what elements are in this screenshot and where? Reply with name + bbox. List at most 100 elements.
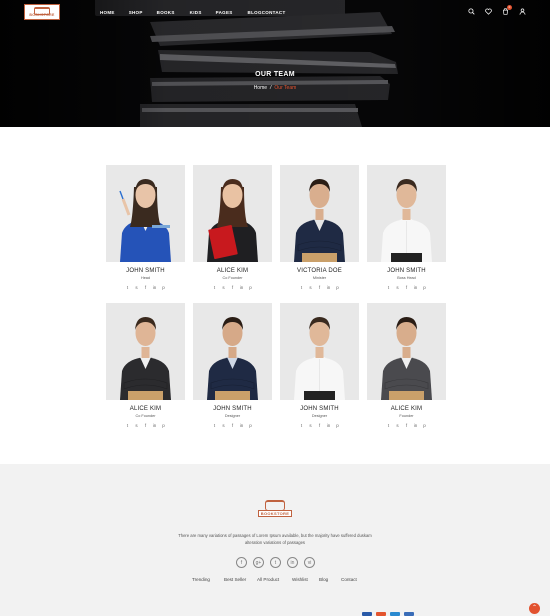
team-member-socials: t s f in p	[280, 423, 359, 428]
skype-icon[interactable]: s	[134, 423, 139, 428]
skype-icon[interactable]: s	[308, 285, 313, 290]
search-icon[interactable]	[468, 8, 475, 15]
pinterest-icon[interactable]: p	[248, 285, 253, 290]
twitter-icon[interactable]: t	[299, 285, 304, 290]
team-member-photo	[280, 303, 359, 400]
pinterest-icon[interactable]: p	[422, 285, 427, 290]
facebook-icon[interactable]: f	[230, 285, 235, 290]
pinterest-icon[interactable]: p	[335, 423, 340, 428]
pinterest-icon[interactable]: p	[422, 423, 427, 428]
skype-icon[interactable]: s	[308, 423, 313, 428]
facebook-icon[interactable]: f	[404, 423, 409, 428]
footer-logo[interactable]: BOOKSTORE	[256, 500, 294, 522]
footer: BOOKSTORE There are many variations of p…	[0, 464, 550, 616]
twitter-icon[interactable]: t	[212, 423, 217, 428]
linkedin-icon[interactable]: in	[413, 285, 418, 290]
twitter-icon[interactable]: t	[270, 557, 281, 568]
footer-link-best-seller[interactable]: Best Seller	[224, 577, 246, 582]
team-member-role: Founder	[399, 414, 414, 418]
facebook-icon[interactable]: f	[143, 285, 148, 290]
footer-link-contact[interactable]: Contact	[341, 577, 357, 582]
twitter-icon[interactable]: t	[386, 423, 391, 428]
team-member-card: JOHN SMITH Head t s f in p	[106, 165, 185, 290]
team-member-name: JOHN SMITH	[387, 268, 426, 274]
breadcrumb: Home / Our Team	[0, 85, 550, 91]
team-member-photo	[193, 165, 272, 262]
skype-icon[interactable]: s	[221, 285, 226, 290]
pinterest-icon[interactable]: p	[248, 423, 253, 428]
team-member-role: Designer	[224, 414, 241, 418]
hero-overlay	[0, 0, 550, 127]
breadcrumb-home[interactable]: Home	[254, 85, 267, 91]
twitter-icon[interactable]: t	[386, 285, 391, 290]
logo[interactable]: BOOKSTORE	[24, 4, 60, 20]
nav-blog[interactable]: BLOG	[248, 10, 262, 15]
vimeo-icon[interactable]: vi	[304, 557, 315, 568]
scroll-to-top-button[interactable]: ⌃	[529, 603, 540, 614]
footer-description: There are many variations of passages of…	[178, 533, 372, 545]
facebook-icon[interactable]: f	[404, 285, 409, 290]
twitter-icon[interactable]: t	[212, 285, 217, 290]
footer-link-all-product[interactable]: All Product	[257, 577, 279, 582]
twitter-icon[interactable]: t	[299, 423, 304, 428]
nav-kids[interactable]: KIDS	[190, 10, 202, 15]
linkedin-icon[interactable]: in	[326, 423, 331, 428]
user-icon[interactable]	[519, 8, 526, 15]
team-member-card: JOHN SMITH Designer t s f in p	[193, 303, 272, 428]
nav-contact[interactable]: CONTACT	[262, 10, 286, 15]
skype-icon[interactable]: s	[221, 423, 226, 428]
facebook-icon[interactable]: f	[143, 423, 148, 428]
facebook-icon[interactable]: f	[236, 557, 247, 568]
google-plus-icon[interactable]: g+	[253, 557, 264, 568]
team-member-name: JOHN SMITH	[213, 406, 252, 412]
mastercard-icon	[376, 612, 386, 616]
linkedin-icon[interactable]: in	[239, 285, 244, 290]
linkedin-icon[interactable]: in	[152, 423, 157, 428]
team-member-photo	[106, 303, 185, 400]
pinterest-icon[interactable]: p	[161, 423, 166, 428]
facebook-icon[interactable]: f	[317, 423, 322, 428]
paypal-icon	[390, 612, 400, 616]
hero-banner: BOOKSTORE HOME SHOP BOOKS KIDS PAGES BLO…	[0, 0, 550, 127]
skype-icon[interactable]: s	[395, 423, 400, 428]
linkedin-icon[interactable]: in	[413, 423, 418, 428]
breadcrumb-current: Our Team	[274, 85, 297, 91]
heart-icon[interactable]	[485, 8, 492, 15]
linkedin-icon[interactable]: in	[326, 285, 331, 290]
twitter-icon[interactable]: t	[125, 285, 130, 290]
nav-books[interactable]: BOOKS	[157, 10, 175, 15]
team-member-socials: t s f in p	[106, 423, 185, 428]
team-member-socials: t s f in p	[193, 285, 272, 290]
pinterest-icon[interactable]: p	[335, 285, 340, 290]
facebook-icon[interactable]: f	[230, 423, 235, 428]
pinterest-icon[interactable]: p	[161, 285, 166, 290]
team-member-socials: t s f in p	[367, 423, 446, 428]
footer-logo-text: BOOKSTORE	[257, 510, 293, 517]
book-logo-icon	[34, 7, 50, 15]
skype-icon[interactable]: s	[134, 285, 139, 290]
team-member-name: JOHN SMITH	[300, 406, 339, 412]
main-nav: HOME SHOP BOOKS KIDS PAGES BLOG CONTACT	[100, 10, 286, 15]
nav-pages[interactable]: PAGES	[216, 10, 233, 15]
team-member-card: ALICE KIM Co Founder t s f in p	[106, 303, 185, 428]
team-member-socials: t s f in p	[280, 285, 359, 290]
cart-icon[interactable]: 0	[502, 5, 512, 15]
nav-shop[interactable]: SHOP	[129, 10, 143, 15]
skype-icon[interactable]: s	[395, 285, 400, 290]
footer-link-blog[interactable]: Blog	[319, 577, 328, 582]
linkedin-icon[interactable]: in	[239, 423, 244, 428]
footer-link-trending[interactable]: Trending	[192, 577, 210, 582]
facebook-icon[interactable]: f	[317, 285, 322, 290]
visa-icon	[362, 612, 372, 616]
team-member-socials: t s f in p	[193, 423, 272, 428]
team-member-role: Minister	[312, 276, 327, 280]
linkedin-icon[interactable]: in	[287, 557, 298, 568]
twitter-icon[interactable]: t	[125, 423, 130, 428]
team-member-photo	[280, 165, 359, 262]
team-member-card: JOHN SMITH Designer t s f in p	[280, 303, 359, 428]
team-member-name: ALICE KIM	[390, 406, 423, 412]
team-member-name: VICTORIA DOE	[297, 268, 342, 274]
linkedin-icon[interactable]: in	[152, 285, 157, 290]
nav-home[interactable]: HOME	[100, 10, 115, 15]
footer-link-wishlist[interactable]: Wishlist	[292, 577, 308, 582]
